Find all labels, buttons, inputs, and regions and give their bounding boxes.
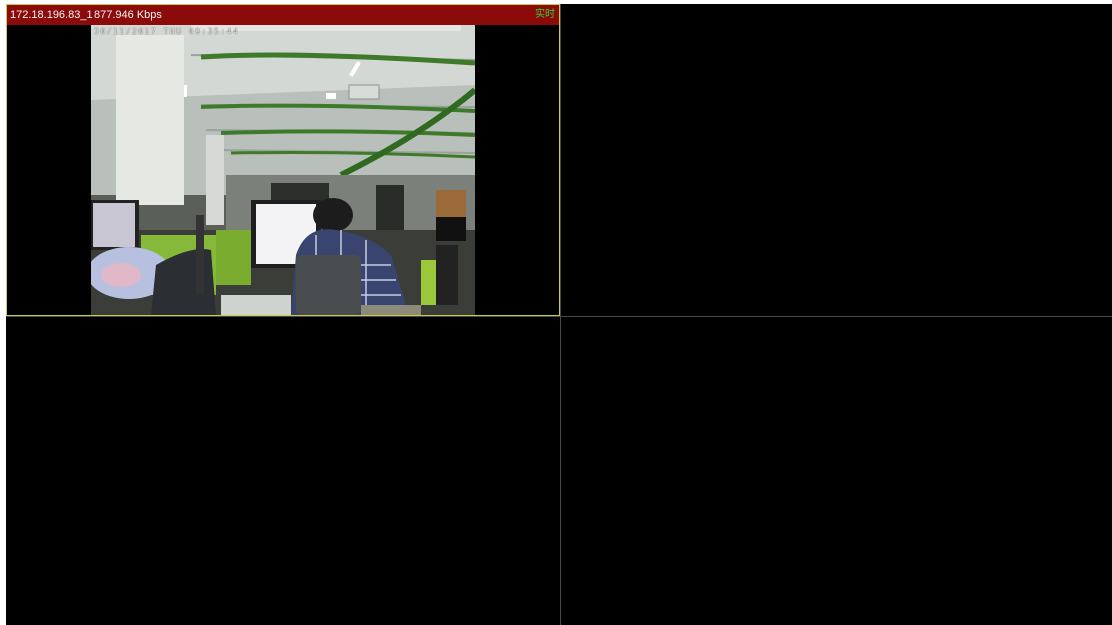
osd-timestamp: 30/11/2017 THU 09:35:44	[94, 27, 240, 36]
office-scene-image	[91, 25, 475, 315]
pane-divider-horizontal	[6, 316, 1112, 317]
video-pane-2[interactable]	[561, 4, 1112, 316]
bitrate-label: 877.946 Kbps	[94, 9, 162, 21]
video-grid: 172.18.196.83_1 877.946 Kbps 实时 30/11/20…	[6, 4, 1112, 625]
live-status: 实时	[535, 9, 555, 20]
pane-title-bar: 172.18.196.83_1 877.946 Kbps 实时	[7, 5, 559, 25]
pane-divider-vertical	[560, 4, 561, 625]
video-pane-1[interactable]: 172.18.196.83_1 877.946 Kbps 实时 30/11/20…	[6, 4, 560, 316]
camera-name: 172.18.196.83_1	[10, 9, 93, 21]
video-pane-4[interactable]	[561, 317, 1112, 625]
video-pane-3[interactable]	[6, 317, 560, 625]
camera-video-feed[interactable]: 30/11/2017 THU 09:35:44	[91, 25, 475, 315]
